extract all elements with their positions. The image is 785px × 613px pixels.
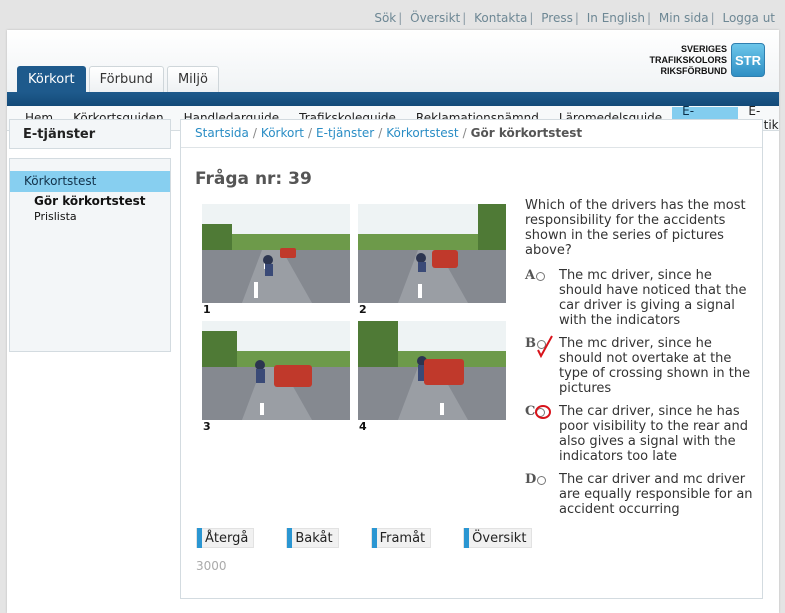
- utility-links: Sök | Översikt | Kontakta | Press | In Engli…: [374, 11, 775, 25]
- picture-2-number: 2: [359, 303, 367, 316]
- answer-c-text: The car driver, since he has poor visibi…: [559, 404, 748, 464]
- header-divider: [7, 92, 779, 106]
- logo-badge: STR: [731, 43, 765, 77]
- logo-line-3: RIKSFÖRBUND: [660, 65, 728, 76]
- my-page-link[interactable]: Min sida: [659, 11, 709, 25]
- main-content: Startsida / Körkort / E-tjänster / Körkortstes…: [180, 119, 763, 599]
- site-header: SVERIGES TRAFIKSKOLORS RIKSFÖRBUND STR K…: [7, 30, 779, 92]
- section-tabs: Körkort Förbund Miljö: [17, 66, 219, 92]
- sidebar-item-prislista[interactable]: Prislista: [10, 208, 170, 223]
- next-button[interactable]: Framåt: [370, 528, 432, 548]
- circle-mark-icon: [535, 405, 551, 419]
- logout-link[interactable]: Logga ut: [722, 11, 775, 25]
- overview-link[interactable]: Översikt: [410, 11, 460, 25]
- tab-miljo[interactable]: Miljö: [166, 66, 219, 92]
- answer-b-letter: B: [525, 335, 553, 396]
- logo-line-2: TRAFIKSKOLORS: [649, 54, 728, 65]
- search-link[interactable]: Sök: [374, 11, 396, 25]
- answer-d-text: The car driver and mc driver are equally…: [559, 472, 753, 517]
- contact-link[interactable]: Kontakta: [474, 11, 527, 25]
- answer-b-text: The mc driver, since he should not overt…: [559, 336, 751, 396]
- question-pictures: 1 2 3 4: [202, 204, 512, 434]
- breadcrumb-current: Gör körkortstest: [470, 126, 583, 140]
- answer-b[interactable]: B The mc driver, since he should not ove…: [525, 335, 755, 396]
- tab-korkort[interactable]: Körkort: [17, 66, 86, 92]
- answer-a-letter: A: [525, 268, 547, 328]
- answer-d-label: D: [525, 472, 537, 487]
- english-link[interactable]: In English: [587, 11, 645, 25]
- breadcrumb: Startsida / Körkort / E-tjänster / Körkortstes…: [181, 120, 762, 148]
- answer-a-radio[interactable]: [536, 272, 546, 281]
- back-to-button[interactable]: Återgå: [196, 528, 255, 548]
- previous-button[interactable]: Bakåt: [286, 528, 339, 548]
- breadcrumb-e-tjanster[interactable]: E-tjänster: [316, 126, 374, 140]
- answer-d[interactable]: D The car driver and mc driver are equal…: [525, 472, 755, 517]
- picture-4-scene: [358, 321, 506, 420]
- answer-d-radio[interactable]: [537, 476, 547, 485]
- sidebar-item-gor-korkortstest[interactable]: Gör körkortstest: [10, 192, 170, 208]
- overview-button[interactable]: Översikt: [463, 528, 533, 548]
- logo-line-1: SVERIGES: [680, 43, 727, 54]
- press-link[interactable]: Press: [541, 11, 573, 25]
- answer-a-text: The mc driver, since he should have noti…: [559, 268, 747, 328]
- sidebar-item-korkortstest[interactable]: Körkortstest: [10, 171, 170, 192]
- answer-d-letter: D: [525, 472, 547, 517]
- answer-c[interactable]: C The car driver, since he has poor visi…: [525, 404, 755, 464]
- picture-3-number: 3: [203, 420, 211, 433]
- checkmark-icon: [537, 335, 553, 358]
- answer-c-letter: C: [525, 404, 551, 464]
- picture-1-scene: [202, 204, 350, 303]
- picture-4: 4: [358, 321, 506, 434]
- question-text: Which of the drivers has the most respon…: [525, 198, 746, 258]
- str-logo[interactable]: SVERIGES TRAFIKSKOLORS RIKSFÖRBUND STR: [650, 42, 765, 78]
- picture-2: 2: [358, 204, 506, 317]
- breadcrumb-korkort[interactable]: Körkort: [261, 126, 304, 140]
- breadcrumb-korkortstest[interactable]: Körkortstest: [386, 126, 458, 140]
- tab-forbund[interactable]: Förbund: [88, 66, 164, 92]
- breadcrumb-startsida[interactable]: Startsida: [195, 126, 249, 140]
- picture-1: 1: [202, 204, 350, 317]
- question-buttons: Återgå Bakåt Framåt Översikt: [196, 528, 564, 548]
- picture-3-scene: [202, 321, 350, 420]
- timer: 3000: [196, 559, 227, 573]
- sidebar-menu: Körkortstest Gör körkortstest Prislista: [9, 158, 171, 352]
- sidebar-title: E-tjänster: [9, 119, 171, 149]
- picture-2-scene: [358, 204, 506, 303]
- answer-a-label: A: [525, 268, 536, 283]
- picture-1-number: 1: [203, 303, 211, 316]
- picture-3: 3: [202, 321, 350, 434]
- picture-4-number: 4: [359, 420, 367, 433]
- logo-wordmark: SVERIGES TRAFIKSKOLORS RIKSFÖRBUND: [650, 44, 728, 77]
- question-title: Fråga nr: 39: [195, 169, 312, 189]
- answer-a[interactable]: A The mc driver, since he should have no…: [525, 268, 755, 328]
